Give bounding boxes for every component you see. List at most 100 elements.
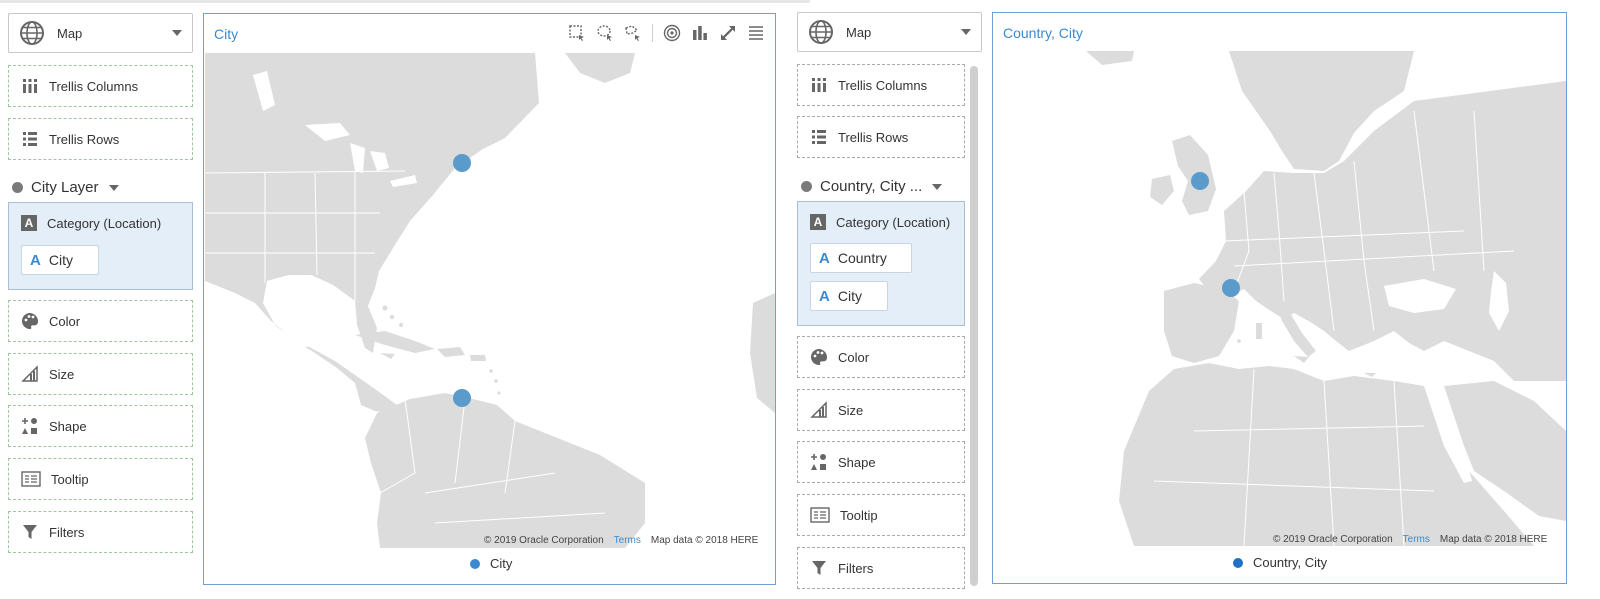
map-canvas[interactable] — [994, 51, 1566, 546]
color-drop[interactable]: Color — [797, 336, 965, 378]
shape-icon — [21, 417, 39, 435]
filter-icon — [810, 559, 828, 577]
city-marker — [1222, 279, 1240, 297]
attribute-icon: A — [810, 214, 826, 230]
palette-icon — [810, 348, 828, 366]
filter-icon — [21, 523, 39, 541]
view-title: Country, City — [1003, 25, 1083, 41]
category-item-city[interactable]: A City — [810, 281, 888, 311]
size-icon — [810, 401, 828, 419]
rows-icon — [21, 130, 39, 148]
legend-label: Country, City — [1253, 555, 1328, 570]
trellis-columns-drop[interactable]: Trellis Columns — [797, 64, 965, 106]
map-legend: Country, City — [1233, 555, 1327, 570]
filters-label: Filters — [838, 560, 874, 576]
map-view-city[interactable]: City © 2019 Oracle Corporation Terms Map… — [203, 13, 776, 585]
city-marker — [453, 154, 471, 172]
trellis-columns-drop[interactable]: Trellis Columns — [8, 65, 193, 107]
terms-link[interactable]: Terms — [1403, 534, 1430, 545]
shape-icon — [810, 453, 828, 471]
map-europe-africa — [1086, 51, 1566, 546]
trellis-rows-drop[interactable]: Trellis Rows — [8, 118, 193, 160]
chevron-down-icon — [108, 184, 119, 191]
globe-icon — [20, 21, 44, 45]
globe-icon — [809, 20, 833, 44]
attribute-a-icon: A — [30, 251, 41, 269]
terms-link[interactable]: Terms — [614, 535, 641, 546]
trellis-rows-drop[interactable]: Trellis Rows — [797, 116, 965, 158]
map-canvas[interactable] — [205, 53, 775, 548]
category-label: Category (Location) — [836, 214, 951, 230]
bar-chart-icon[interactable] — [691, 24, 709, 42]
palette-icon — [21, 312, 39, 330]
toolbar-separator — [652, 24, 653, 42]
category-item-city[interactable]: A City — [21, 245, 99, 275]
view-toolbar — [568, 24, 765, 42]
panel-scrollbar[interactable] — [970, 66, 978, 586]
viz-type-label: Map — [846, 24, 872, 40]
map-attribution: © 2019 Oracle Corporation Terms Map data ©… — [1273, 534, 1547, 545]
category-item-label: Country — [837, 250, 887, 266]
filters-label: Filters — [49, 524, 85, 540]
tooltip-label: Tooltip — [51, 471, 89, 487]
freeform-select-icon[interactable] — [624, 24, 642, 42]
size-label: Size — [49, 366, 75, 382]
color-drop[interactable]: Color — [8, 300, 193, 342]
rows-icon — [810, 128, 828, 146]
attribution-text: © 2019 Oracle Corporation — [1273, 534, 1393, 545]
color-label: Color — [838, 349, 870, 365]
tooltip-drop[interactable]: Tooltip — [797, 494, 965, 536]
layer-dot-icon — [12, 182, 23, 193]
trellis-columns-label: Trellis Columns — [838, 77, 928, 93]
trellis-rows-label: Trellis Rows — [49, 131, 120, 147]
layer-dot-icon — [801, 181, 812, 192]
shape-label: Shape — [49, 418, 87, 434]
legend-dot — [1233, 557, 1243, 568]
layer-selector[interactable]: City Layer — [12, 179, 119, 196]
layer-selector[interactable]: Country, City ... — [801, 178, 943, 195]
tooltip-label: Tooltip — [840, 507, 878, 523]
category-label: Category (Location) — [47, 215, 162, 231]
size-drop[interactable]: Size — [8, 353, 193, 395]
color-label: Color — [49, 313, 81, 329]
attribution-text: © 2019 Oracle Corporation — [484, 535, 604, 546]
category-item-country[interactable]: A Country — [810, 243, 912, 273]
shape-drop[interactable]: Shape — [797, 441, 965, 483]
category-location-drop[interactable]: A Category (Location) A City — [8, 202, 193, 290]
attribute-a-icon: A — [819, 287, 830, 305]
attribute-icon: A — [21, 215, 37, 231]
filters-drop[interactable]: Filters — [8, 511, 193, 553]
viz-type-label: Map — [57, 25, 83, 41]
attribute-a-icon: A — [819, 249, 830, 267]
tooltip-drop[interactable]: Tooltip — [8, 458, 193, 500]
lasso-select-icon[interactable] — [596, 24, 614, 42]
trellis-rows-label: Trellis Rows — [838, 129, 909, 145]
rect-select-icon[interactable] — [568, 24, 586, 42]
tooltip-icon — [810, 506, 830, 524]
chevron-down-icon — [961, 29, 971, 35]
city-marker — [453, 389, 471, 407]
target-icon[interactable] — [663, 24, 681, 42]
map-view-country-city[interactable]: Country, City © 2019 Oracle Corporation … — [992, 12, 1567, 584]
legend-label: City — [490, 556, 513, 571]
filters-drop[interactable]: Filters — [797, 547, 965, 589]
category-location-drop[interactable]: A Category (Location) A Country A City — [797, 201, 965, 326]
menu-icon[interactable] — [747, 24, 765, 42]
size-label: Size — [838, 402, 864, 418]
tooltip-icon — [21, 470, 41, 488]
chevron-down-icon — [172, 30, 182, 36]
expand-icon[interactable] — [719, 24, 737, 42]
top-divider — [0, 0, 810, 3]
size-drop[interactable]: Size — [797, 389, 965, 431]
size-icon — [21, 365, 39, 383]
viz-type-dropdown[interactable]: Map — [797, 12, 982, 52]
chevron-down-icon — [932, 183, 943, 190]
columns-icon — [810, 76, 828, 94]
city-marker — [1191, 172, 1209, 190]
map-data-credit: Map data © 2018 HERE — [1439, 534, 1548, 545]
columns-icon — [21, 77, 39, 95]
shape-drop[interactable]: Shape — [8, 405, 193, 447]
map-data-credit: Map data © 2018 HERE — [650, 535, 759, 546]
viz-type-dropdown[interactable]: Map — [8, 13, 193, 53]
category-item-label: City — [48, 252, 73, 268]
